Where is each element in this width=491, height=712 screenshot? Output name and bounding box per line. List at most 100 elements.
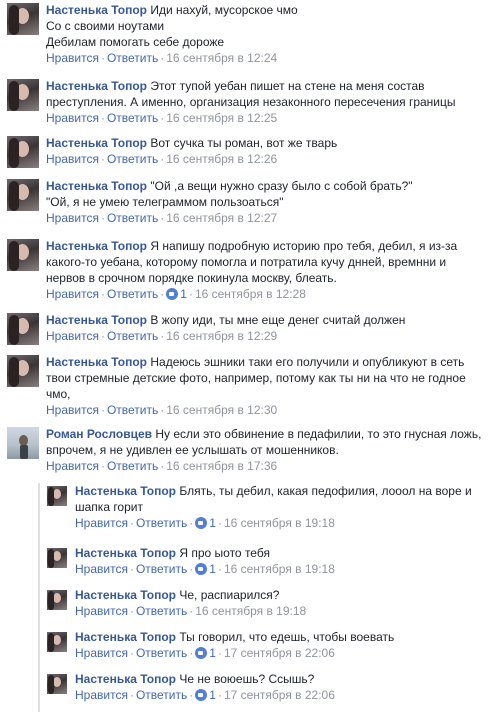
avatar[interactable] (7, 313, 39, 345)
comment-line: Настенька Топор Че не воюешь? Ссышь? (75, 671, 335, 687)
comment-author[interactable]: Настенька Топор (75, 484, 176, 498)
like-reaction-icon (195, 647, 208, 659)
like-link[interactable]: Нравится (46, 403, 99, 417)
comment-timestamp[interactable]: 16 сентября в 19:18 (224, 562, 335, 576)
comment-timestamp[interactable]: 16 сентября в 12:28 (195, 287, 306, 301)
comment-actions: Нравится · Ответить · 1 · 16 сентября в 19:18 (75, 515, 472, 531)
comment-author[interactable]: Настенька Топор (46, 239, 147, 253)
comment-body: Настенька Топор Я про ыото тебя Нравится ·… (75, 545, 335, 577)
like-link[interactable]: Нравится (46, 111, 99, 125)
comment-timestamp[interactable]: 16 сентября в 12:30 (166, 403, 277, 417)
comment-timestamp[interactable]: 16 сентября в 17:36 (166, 459, 277, 473)
separator: · (100, 51, 105, 65)
reply-link[interactable]: Ответить (136, 604, 187, 618)
avatar[interactable] (47, 548, 67, 568)
avatar[interactable] (7, 355, 39, 387)
avatar[interactable] (7, 427, 39, 459)
avatar[interactable] (47, 590, 67, 610)
like-link[interactable]: Нравится (75, 562, 128, 576)
comment-timestamp[interactable]: 16 сентября в 12:27 (166, 211, 277, 225)
like-reaction-icon (195, 563, 208, 575)
like-link[interactable]: Нравится (75, 604, 128, 618)
reply-link[interactable]: Ответить (107, 459, 158, 473)
comment-actions: Нравится · Ответить · 16 сентября в 12:25 (46, 110, 456, 126)
like-count[interactable]: 1 (207, 562, 216, 576)
avatar[interactable] (47, 486, 67, 506)
avatar[interactable] (7, 179, 39, 211)
avatar[interactable] (7, 3, 39, 35)
like-link[interactable]: Нравится (75, 646, 128, 660)
like-reaction-icon (195, 689, 208, 701)
comment-author[interactable]: Настенька Топор (46, 79, 147, 93)
like-count[interactable]: 1 (207, 516, 216, 530)
separator: · (217, 516, 222, 530)
like-link[interactable]: Нравится (75, 688, 128, 702)
reply-link[interactable]: Ответить (107, 329, 158, 343)
like-count[interactable]: 1 (207, 646, 216, 660)
comment-text: Дебилам помогать себе дороже (46, 35, 225, 49)
comment-author[interactable]: Настенька Топор (46, 179, 147, 193)
comment-actions: Нравится · Ответить · 1 · 16 сентября в 19:18 (75, 561, 335, 577)
comment-line: Настенька Топор Я про ыото тебя (75, 545, 335, 561)
comment-author[interactable]: Роман Рословцев (46, 427, 152, 441)
comment-text: Блять, ты дебил, какая педофилия, лооол … (179, 484, 472, 498)
comment-author[interactable]: Настенька Топор (46, 3, 147, 17)
like-link[interactable]: Нравится (46, 459, 99, 473)
separator: · (189, 688, 194, 702)
reply-link[interactable]: Ответить (107, 211, 158, 225)
like-link[interactable]: Нравится (46, 287, 99, 301)
comment-author[interactable]: Настенька Топор (46, 355, 147, 369)
comment-author[interactable]: Настенька Топор (46, 136, 147, 150)
reply-link[interactable]: Ответить (136, 646, 187, 660)
like-count[interactable]: 1 (178, 287, 187, 301)
like-link[interactable]: Нравится (46, 211, 99, 225)
comment-line: Настенька Топор "Ой ,а вещи нужно сразу … (46, 178, 413, 194)
comment-timestamp[interactable]: 16 сентября в 12:29 (166, 329, 277, 343)
comment-author[interactable]: Настенька Топор (75, 672, 176, 686)
comment-body: Настенька Топор Че не воюешь? Ссышь? Нрав… (75, 671, 335, 703)
comment-author[interactable]: Настенька Топор (75, 588, 176, 602)
reply-link[interactable]: Ответить (136, 688, 187, 702)
avatar[interactable] (47, 674, 67, 694)
reply-link[interactable]: Ответить (107, 111, 158, 125)
comment-timestamp[interactable]: 16 сентября в 12:25 (166, 111, 277, 125)
comment-timestamp[interactable]: 16 сентября в 19:18 (224, 516, 335, 530)
comment-line: Настенька Топор В жопу иди, ты мне еще д… (46, 312, 405, 328)
comment-line: нервов в срочном порядке покинула москву… (46, 270, 457, 286)
reply-link[interactable]: Ответить (136, 562, 187, 576)
avatar[interactable] (7, 239, 39, 271)
comment-timestamp[interactable]: 16 сентября в 12:24 (166, 51, 277, 65)
avatar[interactable] (7, 136, 39, 168)
reply-link[interactable]: Ответить (107, 287, 158, 301)
comment-line: Настенька Топор Иди нахуй, мусорское чмо (46, 2, 298, 18)
reply-link[interactable]: Ответить (136, 516, 187, 530)
separator: · (189, 516, 194, 530)
comment-timestamp[interactable]: 17 сентября в 22:06 (224, 646, 335, 660)
comment-timestamp[interactable]: 16 сентября в 19:18 (195, 604, 306, 618)
comment-timestamp[interactable]: 16 сентября в 12:26 (166, 152, 277, 166)
separator: · (100, 211, 105, 225)
comment-text: шапка горит (75, 500, 143, 514)
separator: · (129, 646, 134, 660)
comment-text: нервов в срочном порядке покинула москву… (46, 271, 337, 285)
comment-line: Настенька Топор Вот сучка ты роман, вот … (46, 135, 337, 151)
comment-line: "Ой, я не умею телеграммом пользоаться" (46, 194, 413, 210)
comment-text: твои стремные детские фото, например, по… (46, 371, 466, 385)
like-link[interactable]: Нравится (75, 516, 128, 530)
avatar[interactable] (7, 79, 39, 111)
separator: · (160, 287, 165, 301)
like-count[interactable]: 1 (207, 688, 216, 702)
comment-author[interactable]: Настенька Топор (75, 546, 176, 560)
comment-author[interactable]: Настенька Топор (46, 313, 147, 327)
like-link[interactable]: Нравится (46, 51, 99, 65)
reply-link[interactable]: Ответить (107, 152, 158, 166)
like-link[interactable]: Нравится (46, 152, 99, 166)
comment-author[interactable]: Настенька Топор (75, 630, 176, 644)
like-link[interactable]: Нравится (46, 329, 99, 343)
comment-actions: Нравится · Ответить · 16 сентября в 12:27 (46, 210, 413, 226)
separator: · (100, 287, 105, 301)
comment-timestamp[interactable]: 17 сентября в 22:06 (224, 688, 335, 702)
reply-link[interactable]: Ответить (107, 403, 158, 417)
reply-link[interactable]: Ответить (107, 51, 158, 65)
avatar[interactable] (47, 632, 67, 652)
